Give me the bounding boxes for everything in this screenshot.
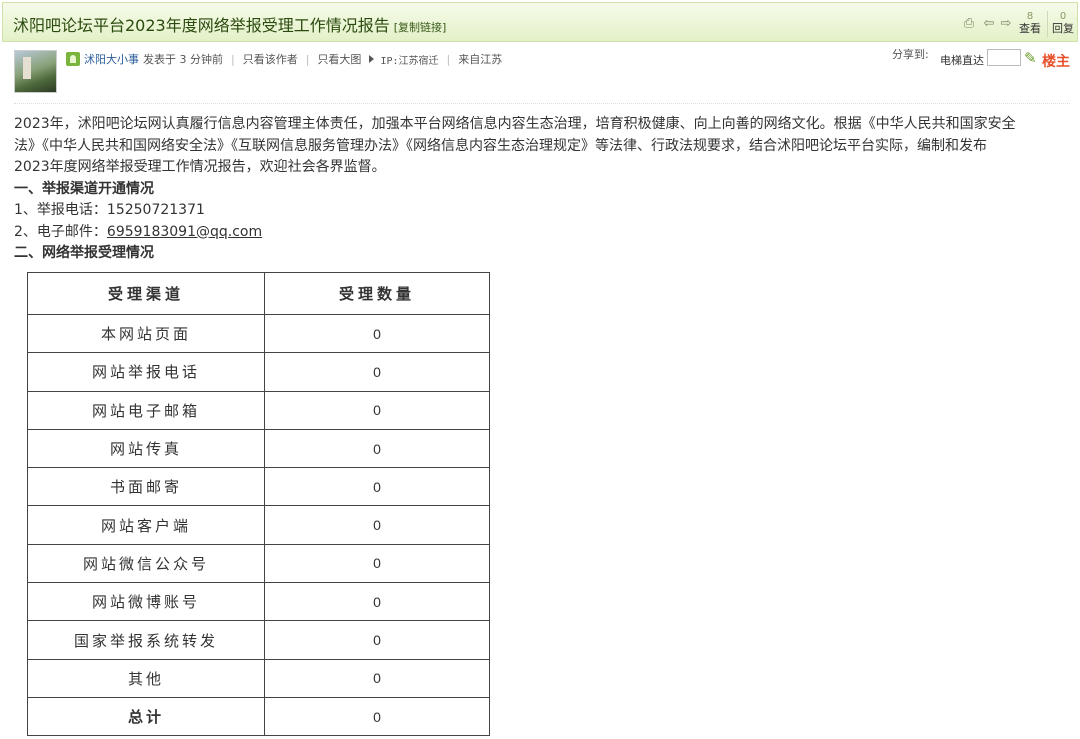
table-row: 网站传真 0 bbox=[27, 428, 490, 469]
column-header: 受理渠道 bbox=[27, 272, 265, 315]
channel-cell: 网站微博账号 bbox=[27, 582, 265, 622]
avatar[interactable] bbox=[14, 50, 57, 93]
table-row: 网站电子邮箱 0 bbox=[27, 390, 490, 430]
count-cell: 0 bbox=[264, 620, 490, 660]
phone-line: 1、举报电话：15250721371 bbox=[14, 202, 205, 218]
count-cell: 0 bbox=[264, 467, 490, 507]
pen-icon[interactable]: ✎ bbox=[1024, 49, 1037, 67]
channel-cell: 其他 bbox=[27, 658, 265, 698]
count-cell: 0 bbox=[264, 428, 490, 469]
ip-location: IP:江苏宿迁 bbox=[380, 55, 439, 67]
views-stat: 8 查看 bbox=[1015, 11, 1045, 35]
meta-separator: | bbox=[446, 52, 451, 66]
table-row: 本网站页面 0 bbox=[27, 313, 490, 354]
meta-separator: | bbox=[305, 52, 310, 66]
only-author-link[interactable]: 只看该作者 bbox=[243, 51, 298, 67]
intro-line: 法》《中华人民共和国网络安全法》《互联网信息服务管理办法》《网络信息内容生态治理… bbox=[14, 137, 987, 154]
table-row: 网站客户端 0 bbox=[27, 505, 490, 545]
email-line: 2、电子邮件：6959183091@qq.com bbox=[14, 222, 1074, 244]
previous-thread-icon[interactable]: ⇦ bbox=[982, 17, 996, 31]
intro-line: 2023年，沭阳吧论坛网认真履行信息内容管理主体责任，加强本平台网络信息内容生态… bbox=[14, 116, 1016, 132]
channel-cell: 网站电子邮箱 bbox=[27, 390, 265, 430]
email-prefix: 2、电子邮件： bbox=[14, 223, 107, 240]
elevator-label: 电梯直达 bbox=[940, 54, 984, 67]
intro-line: 2023年度网络举报受理工作情况报告，欢迎社会各界监督。 bbox=[14, 159, 386, 175]
table-total-row: 总计 0 bbox=[27, 696, 490, 737]
channel-cell: 书面邮寄 bbox=[27, 467, 265, 507]
count-cell: 0 bbox=[264, 505, 490, 545]
table-row: 网站举报电话 0 bbox=[27, 352, 490, 392]
meta-separator: | bbox=[231, 52, 235, 66]
section-heading: 一、举报渠道开通情况 bbox=[14, 180, 154, 197]
copy-link-button[interactable]: [复制链接] bbox=[394, 21, 447, 34]
table-row: 书面邮寄 0 bbox=[27, 467, 490, 507]
forum-post-page: 沭阳吧论坛平台2023年度网络举报受理工作情况报告 [复制链接] ⎙ ⇦ ⇨ 8 … bbox=[0, 0, 1080, 739]
count-cell: 0 bbox=[264, 352, 490, 392]
section-heading: 二、网络举报受理情况 bbox=[14, 245, 154, 261]
channel-cell: 网站传真 bbox=[27, 428, 265, 469]
column-header: 受理数量 bbox=[264, 272, 490, 315]
post-time: 发表于 3 分钟前 bbox=[143, 53, 223, 66]
share-label: 分享到: bbox=[892, 48, 929, 61]
count-cell: 0 bbox=[264, 658, 490, 698]
post-meta: 沭阳大小事 发表于 3 分钟前 | 只看该作者 | 只看大图 IP:江苏宿迁 |… bbox=[66, 51, 502, 67]
thread-title-bar: 沭阳吧论坛平台2023年度网络举报受理工作情况报告 [复制链接] ⎙ ⇦ ⇨ 8 … bbox=[2, 2, 1078, 42]
floor-owner-label: 楼主 bbox=[1042, 54, 1070, 70]
count-cell: 0 bbox=[264, 390, 490, 430]
divider bbox=[14, 103, 1070, 104]
table-row: 其他 0 bbox=[27, 658, 490, 698]
report-table: 受理渠道 受理数量 本网站页面 0 网站举报电话 0 网站电子邮箱 0 网站传真… bbox=[27, 272, 490, 737]
from-location: 来自江苏 bbox=[458, 53, 503, 66]
intro-paragraph: 2023年，沭阳吧论坛网认真履行信息内容管理主体责任，加强本平台网络信息内容生态… bbox=[14, 114, 1074, 179]
channel-cell: 网站客户端 bbox=[27, 505, 265, 545]
table-row: 网站微信公众号 0 bbox=[27, 543, 490, 584]
post-content: 2023年，沭阳吧论坛网认真履行信息内容管理主体责任，加强本平台网络信息内容生态… bbox=[14, 114, 1074, 265]
channel-cell: 本网站页面 bbox=[27, 313, 265, 354]
replies-label: 回复 bbox=[1052, 22, 1074, 35]
count-cell: 0 bbox=[264, 582, 490, 622]
author-link[interactable]: 沭阳大小事 bbox=[84, 51, 139, 67]
table-row: 网站微博账号 0 bbox=[27, 582, 490, 622]
count-cell: 0 bbox=[264, 313, 490, 354]
next-thread-icon[interactable]: ⇨ bbox=[999, 17, 1013, 31]
channel-cell: 网站微信公众号 bbox=[27, 543, 265, 584]
count-cell: 0 bbox=[264, 543, 490, 584]
print-icon[interactable]: ⎙ bbox=[962, 17, 976, 31]
online-status-icon bbox=[66, 52, 80, 66]
email-link[interactable]: 6959183091@qq.com bbox=[107, 224, 262, 240]
channel-cell: 网站举报电话 bbox=[27, 352, 265, 392]
thread-title-text: 沭阳吧论坛平台2023年度网络举报受理工作情况报告 bbox=[13, 16, 390, 35]
play-triangle-icon bbox=[369, 55, 375, 63]
floor-jump-input[interactable] bbox=[987, 49, 1021, 66]
replies-stat: 0 回复 bbox=[1048, 11, 1078, 35]
table-header-row: 受理渠道 受理数量 bbox=[27, 272, 490, 315]
total-label-cell: 总计 bbox=[27, 696, 265, 737]
only-big-image-link[interactable]: 只看大图 bbox=[317, 51, 361, 67]
table-row: 国家举报系统转发 0 bbox=[27, 620, 490, 660]
total-count-cell: 0 bbox=[264, 696, 490, 737]
views-label: 查看 bbox=[1019, 22, 1041, 35]
channel-cell: 国家举报系统转发 bbox=[27, 620, 265, 660]
thread-title: 沭阳吧论坛平台2023年度网络举报受理工作情况报告 [复制链接] bbox=[13, 12, 446, 36]
